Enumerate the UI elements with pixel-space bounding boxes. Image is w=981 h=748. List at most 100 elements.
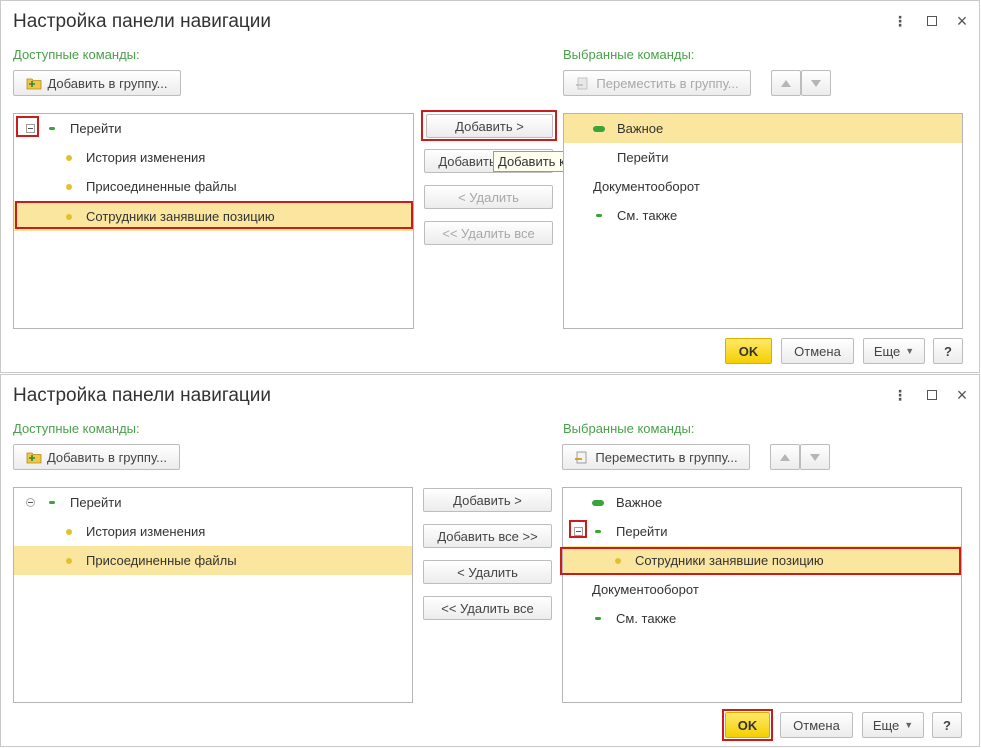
- list-item-label: Документооборот: [593, 179, 700, 194]
- group-icon: [595, 617, 601, 620]
- close-icon[interactable]: ×: [953, 11, 971, 31]
- folder-add-icon: [27, 78, 42, 90]
- chevron-down-icon: ▼: [905, 346, 915, 356]
- add-all-button[interactable]: Добавить все >>: [423, 524, 552, 548]
- available-commands-list[interactable]: Перейти История изменения Присоединенные…: [13, 487, 413, 703]
- maximize-icon[interactable]: [923, 11, 941, 31]
- add-all-button-label: Добавить все >>: [437, 528, 538, 544]
- nav-panel-settings-dialog: Настройка панели навигации ⋮ × Доступные…: [0, 0, 980, 373]
- help-button-label: ?: [944, 343, 952, 359]
- ok-button-label: OK: [737, 717, 758, 733]
- list-item[interactable]: История изменения: [14, 517, 412, 546]
- list-item[interactable]: Важное: [563, 488, 961, 517]
- chevron-down-icon: ▼: [904, 720, 914, 730]
- list-item-selected[interactable]: Сотрудники занявшие позицию: [14, 202, 413, 231]
- list-item-label: Сотрудники занявшие позицию: [635, 553, 824, 568]
- add-button-label: Добавить >: [453, 492, 522, 508]
- nav-panel-settings-dialog: Настройка панели навигации ⋮ × Доступные…: [0, 374, 980, 747]
- add-button[interactable]: Добавить >: [426, 114, 553, 138]
- more-options-icon[interactable]: ⋮: [891, 385, 909, 405]
- command-icon: [66, 154, 72, 161]
- remove-all-button[interactable]: << Удалить все: [424, 221, 553, 245]
- move-to-group-button[interactable]: Переместить в группу...: [563, 70, 751, 96]
- more-options-icon[interactable]: ⋮: [891, 11, 909, 31]
- move-up-button[interactable]: [770, 444, 800, 470]
- list-item-label: История изменения: [86, 150, 206, 165]
- add-to-group-button[interactable]: Добавить в группу...: [13, 444, 180, 470]
- available-commands-label: Доступные команды:: [13, 421, 140, 436]
- group-icon: [592, 499, 604, 506]
- list-item[interactable]: См. также: [563, 604, 961, 633]
- ok-button-label: OK: [738, 343, 759, 359]
- list-item-label: История изменения: [86, 524, 206, 539]
- list-item-label: Перейти: [617, 150, 669, 165]
- more-button[interactable]: Еще ▼: [862, 712, 924, 738]
- move-down-button[interactable]: [800, 444, 830, 470]
- list-item[interactable]: Присоединенные файлы: [14, 172, 413, 201]
- remove-button[interactable]: < Удалить: [423, 560, 552, 584]
- help-button[interactable]: ?: [932, 712, 962, 738]
- list-item-selected[interactable]: Важное: [564, 114, 962, 143]
- ok-button[interactable]: OK: [725, 338, 772, 364]
- remove-all-button[interactable]: << Удалить все: [423, 596, 552, 620]
- group-icon: [595, 530, 601, 533]
- move-to-group-icon: [575, 451, 587, 464]
- list-item-label: Перейти: [616, 524, 668, 539]
- list-item[interactable]: Перейти: [14, 488, 412, 517]
- remove-button-label: < Удалить: [458, 189, 519, 205]
- list-item[interactable]: Документооборот: [563, 575, 961, 604]
- list-item[interactable]: Документооборот: [564, 172, 962, 201]
- list-item[interactable]: Перейти: [564, 143, 962, 172]
- list-item-label: Документооборот: [592, 582, 699, 597]
- arrow-down-icon: [811, 79, 821, 87]
- move-to-group-label: Переместить в группу...: [596, 75, 739, 91]
- selected-commands-label: Выбранные команды:: [563, 421, 695, 436]
- help-button-label: ?: [943, 717, 951, 733]
- list-item-label: Присоединенные файлы: [86, 553, 237, 568]
- more-button-label: Еще: [872, 717, 900, 733]
- add-button[interactable]: Добавить >: [423, 488, 552, 512]
- available-commands-list[interactable]: Перейти История изменения Присоединенные…: [13, 113, 414, 329]
- list-item[interactable]: См. также: [564, 201, 962, 230]
- move-to-group-label: Переместить в группу...: [595, 449, 738, 465]
- add-to-group-label: Добавить в группу...: [47, 75, 168, 91]
- selected-commands-label: Выбранные команды:: [563, 47, 695, 62]
- list-item[interactable]: Перейти: [563, 517, 961, 546]
- cancel-button-label: Отмена: [793, 717, 840, 733]
- dialog-title: Настройка панели навигации: [13, 11, 272, 32]
- list-item-label: Перейти: [70, 495, 122, 510]
- cancel-button[interactable]: Отмена: [780, 712, 853, 738]
- move-to-group-button[interactable]: Переместить в группу...: [562, 444, 750, 470]
- more-button[interactable]: Еще ▼: [863, 338, 925, 364]
- add-to-group-label: Добавить в группу...: [46, 449, 168, 465]
- collapse-icon[interactable]: [26, 124, 35, 133]
- command-icon: [66, 557, 72, 564]
- arrow-down-icon: [810, 453, 820, 461]
- help-button[interactable]: ?: [933, 338, 963, 364]
- available-commands-label: Доступные команды:: [13, 47, 140, 62]
- maximize-icon[interactable]: [923, 385, 941, 405]
- collapse-icon[interactable]: [26, 498, 35, 507]
- add-button-label: Добавить >: [455, 118, 524, 134]
- group-icon: [593, 125, 605, 132]
- cancel-button[interactable]: Отмена: [781, 338, 854, 364]
- list-item-selected[interactable]: Сотрудники занявшие позицию: [563, 546, 961, 575]
- close-icon[interactable]: ×: [953, 385, 971, 405]
- move-down-button[interactable]: [801, 70, 831, 96]
- group-icon: [596, 214, 602, 217]
- collapse-icon[interactable]: [574, 527, 583, 536]
- add-to-group-button[interactable]: Добавить в группу...: [13, 70, 181, 96]
- selected-commands-list[interactable]: Важное Перейти Сотрудники занявшие позиц…: [562, 487, 962, 703]
- dialog-title: Настройка панели навигации: [13, 385, 272, 406]
- list-item-label: Сотрудники занявшие позицию: [86, 209, 275, 224]
- remove-button[interactable]: < Удалить: [424, 185, 553, 209]
- move-up-button[interactable]: [771, 70, 801, 96]
- list-item[interactable]: Перейти: [14, 114, 413, 143]
- list-item[interactable]: История изменения: [14, 143, 413, 172]
- list-item-label: Важное: [617, 121, 664, 136]
- ok-button[interactable]: OK: [725, 712, 770, 738]
- list-item-label: Важное: [616, 495, 663, 510]
- selected-commands-list[interactable]: Важное Перейти Документооборот См. также: [563, 113, 963, 329]
- list-item-label: См. также: [616, 611, 677, 626]
- list-item-selected[interactable]: Присоединенные файлы: [14, 546, 412, 575]
